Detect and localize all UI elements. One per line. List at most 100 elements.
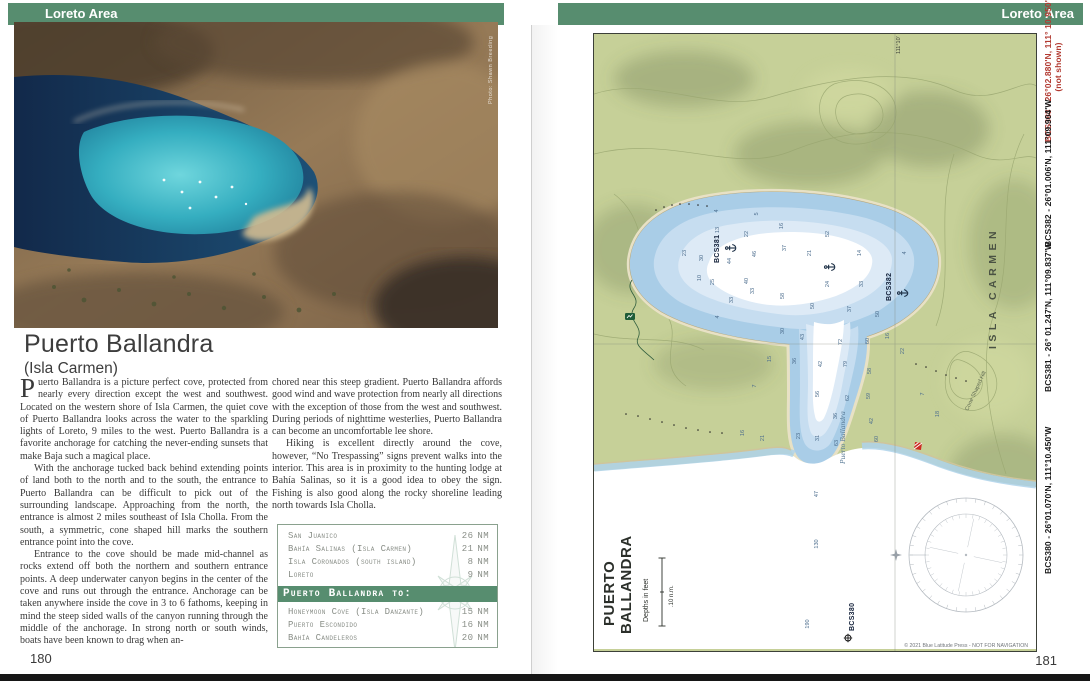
waypoint-coordinates-bcs380: BCS380 - 26°01.070'N, 111°10.450'W <box>1043 426 1053 574</box>
distance-table: San Juanico26NMBahía Salinas (Isla Carme… <box>277 524 498 648</box>
distance-row: Honeymoon Cove (Isla Danzante)15NM <box>278 607 497 620</box>
svg-text:16: 16 <box>779 223 785 229</box>
gutter-shadow <box>532 25 558 675</box>
svg-text:30: 30 <box>780 328 786 334</box>
svg-text:37: 37 <box>847 306 853 312</box>
photo-credit: Photo: Shawn Breeding <box>488 36 494 104</box>
svg-text:4: 4 <box>902 251 908 254</box>
paragraph: Hiking is excellent directly around the … <box>272 438 502 512</box>
chart-label: ISLA CARMEN <box>987 227 999 349</box>
chart-label: .10 n.m. <box>669 585 675 607</box>
left-header-label: Loreto Area <box>45 6 117 21</box>
svg-text:72: 72 <box>838 339 844 345</box>
distance-rows-below: Honeymoon Cove (Isla Danzante)15NMPuerto… <box>278 606 497 646</box>
distance-row: Puerto Escondido16NM <box>278 620 497 633</box>
chart-label: BCS382 <box>886 273 893 301</box>
svg-text:5: 5 <box>754 212 760 215</box>
svg-text:21: 21 <box>760 435 766 441</box>
waypoint-coordinates-bcs381: BCS381 - 26° 01.247'N, 111°09.837'W <box>1043 242 1053 392</box>
svg-text:59: 59 <box>866 393 872 399</box>
svg-text:31: 31 <box>815 435 821 441</box>
svg-text:42: 42 <box>818 361 824 367</box>
svg-text:130: 130 <box>814 539 820 548</box>
distance-row: Isla Coronados (south island)8NM <box>278 557 497 570</box>
chart-label: © 2021 Blue Latitude Press - NOT FOR NAV… <box>904 642 1028 649</box>
svg-text:40: 40 <box>744 278 750 284</box>
svg-text:46: 46 <box>752 251 758 257</box>
svg-text:79: 79 <box>843 361 849 367</box>
danger-rock-icon <box>914 442 922 450</box>
svg-text:62: 62 <box>845 395 851 401</box>
svg-text:60: 60 <box>865 338 871 344</box>
svg-text:16: 16 <box>885 333 891 339</box>
svg-text:52: 52 <box>825 231 831 237</box>
svg-text:50: 50 <box>875 311 881 317</box>
chart-label: BCS380 <box>849 603 856 631</box>
svg-text:23: 23 <box>796 433 802 439</box>
svg-text:7: 7 <box>920 392 926 395</box>
waypoint-coordinates-bcs382: BCS382 - 26°01.006'N, 111°09.904'W <box>1043 99 1053 247</box>
page-number-left: 180 <box>30 651 52 666</box>
svg-text:36: 36 <box>792 358 798 364</box>
distance-row: Loreto9NM <box>278 570 497 583</box>
article-column-left: Puerto Ballandra is a picture perfect co… <box>20 377 268 648</box>
chart-label: 111°10' <box>896 36 902 54</box>
svg-text:30: 30 <box>699 255 705 261</box>
chart-label: PUERTO <box>601 561 618 626</box>
chart-label: BCS381 <box>714 235 721 263</box>
paragraph: Entrance to the cove should be made mid-… <box>20 549 268 647</box>
page-number-right: 181 <box>1035 653 1057 668</box>
page-subtitle: (Isla Carmen) <box>24 360 118 378</box>
trail-marker-icon <box>625 313 635 320</box>
nautical-chart: 4516233013224446372152144102540332433335… <box>593 33 1037 652</box>
svg-text:33: 33 <box>750 288 756 294</box>
svg-text:43: 43 <box>800 334 806 340</box>
paragraph: chored near this steep gradient. Puerto … <box>272 377 502 438</box>
svg-text:50: 50 <box>810 303 816 309</box>
chart-label: BALLANDRA <box>618 535 635 634</box>
svg-text:58: 58 <box>867 368 873 374</box>
svg-text:4: 4 <box>714 209 720 212</box>
distance-row: Bahía Candeleros20NM <box>278 633 497 646</box>
svg-text:190: 190 <box>805 619 811 628</box>
dropcap: P <box>20 377 38 400</box>
svg-text:33: 33 <box>859 281 865 287</box>
chart-label: Puerto Ballandra <box>838 411 847 465</box>
right-header-bar: Loreto Area <box>558 3 1083 25</box>
svg-text:14: 14 <box>857 250 863 256</box>
right-header-label: Loreto Area <box>1002 6 1074 21</box>
svg-text:23: 23 <box>682 250 688 256</box>
svg-text:44: 44 <box>727 258 733 264</box>
chart-label: Depths in feet <box>643 579 650 622</box>
book-bottom-edge <box>0 674 1090 681</box>
svg-text:18: 18 <box>935 411 941 417</box>
svg-text:15: 15 <box>767 356 773 362</box>
distance-table-header: Puerto Ballandra to: <box>278 586 497 602</box>
distance-row: San Juanico26NM <box>278 531 497 544</box>
paragraph: With the anchorage tucked back behind ex… <box>20 463 268 549</box>
svg-text:21: 21 <box>807 250 813 256</box>
svg-text:56: 56 <box>815 391 821 397</box>
svg-text:22: 22 <box>744 231 750 237</box>
distance-rows-above: San Juanico26NMBahía Salinas (Isla Carme… <box>278 525 497 583</box>
svg-text:47: 47 <box>814 491 820 497</box>
svg-text:24: 24 <box>825 281 831 287</box>
svg-text:13: 13 <box>715 227 721 233</box>
svg-text:22: 22 <box>900 348 906 354</box>
page-title: Puerto Ballandra <box>24 330 213 359</box>
distance-row: Bahía Salinas (Isla Carmen)21NM <box>278 544 497 557</box>
svg-text:42: 42 <box>869 418 875 424</box>
svg-text:25: 25 <box>710 279 716 285</box>
svg-text:37: 37 <box>782 245 788 251</box>
svg-text:60: 60 <box>874 436 880 442</box>
svg-text:16: 16 <box>740 430 746 436</box>
svg-text:4: 4 <box>715 315 721 318</box>
svg-text:10: 10 <box>697 275 703 281</box>
svg-text:33: 33 <box>729 297 735 303</box>
svg-text:7: 7 <box>752 384 758 387</box>
paragraph: Puerto Ballandra is a picture perfect co… <box>20 377 268 463</box>
article-column-right: chored near this steep gradient. Puerto … <box>272 377 502 512</box>
svg-text:58: 58 <box>780 293 786 299</box>
aerial-photo <box>14 22 498 328</box>
book-spread: Loreto Area Loreto Area <box>0 0 1090 681</box>
